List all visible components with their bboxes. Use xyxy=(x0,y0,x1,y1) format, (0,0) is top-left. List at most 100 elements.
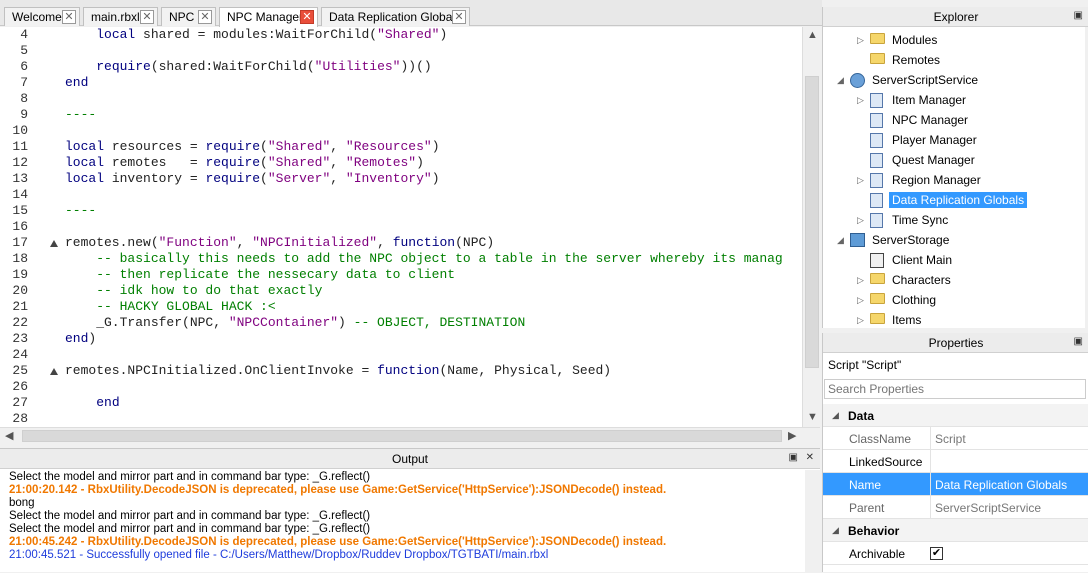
output-header: Output ▣ ✕ xyxy=(0,449,820,469)
close-icon[interactable]: ✕ xyxy=(452,10,466,24)
property-parent[interactable]: Parent ServerScriptService xyxy=(823,496,1088,519)
explorer-item[interactable]: ▷ Clothing xyxy=(849,291,1085,310)
line-number: 14 xyxy=(12,187,28,202)
explorer-item[interactable]: NPC Manager xyxy=(849,111,1085,130)
collapse-icon[interactable]: ◢ xyxy=(832,525,839,536)
line-number: 12 xyxy=(12,155,28,170)
code-line[interactable]: ---- xyxy=(65,107,96,123)
code-line[interactable]: local resources = require("Shared", "Res… xyxy=(65,139,440,155)
storage-icon xyxy=(850,233,865,247)
explorer-item[interactable]: ▷ Modules xyxy=(849,31,1085,50)
editor-tab-bar: Welcome ✕ main.rbxl ✕ NPC ✕ NPC Manager … xyxy=(0,0,822,27)
explorer-item[interactable]: ◢ ServerStorage xyxy=(829,231,1085,250)
property-key: ClassName xyxy=(849,432,912,446)
property-name[interactable]: Name Data Replication Globals xyxy=(823,473,1088,496)
code-line[interactable]: -- basically this needs to add the NPC o… xyxy=(65,251,783,267)
scroll-down-icon[interactable]: ▼ xyxy=(807,411,818,423)
tab-data-replication-globals[interactable]: Data Replication Globals ✕ xyxy=(321,7,470,26)
scroll-right-icon[interactable]: ▶ xyxy=(788,429,796,442)
close-icon[interactable]: ✕ xyxy=(300,10,314,24)
expand-icon[interactable]: ▷ xyxy=(857,35,864,46)
code-line[interactable]: require(shared:WaitForChild("Utilities")… xyxy=(65,59,431,75)
explorer-item[interactable]: ◢ ServerScriptService xyxy=(829,71,1085,90)
property-linkedsource[interactable]: LinkedSource xyxy=(823,450,1088,473)
code-line[interactable]: -- idk how to do that exactly xyxy=(65,283,322,299)
dock-icon[interactable]: ▣ xyxy=(1074,336,1083,347)
explorer-item[interactable]: ▷ Items xyxy=(849,311,1085,330)
search-properties-input[interactable] xyxy=(824,379,1086,399)
fold-toggle-icon[interactable] xyxy=(50,240,58,247)
category-behavior[interactable]: ◢ Behavior xyxy=(823,519,1088,542)
close-icon[interactable]: ✕ xyxy=(198,10,212,24)
collapse-icon[interactable]: ◢ xyxy=(837,75,844,86)
expand-icon[interactable]: ▷ xyxy=(857,215,864,226)
explorer-item-label: Data Replication Globals xyxy=(889,192,1028,208)
explorer-item[interactable]: Quest Manager xyxy=(849,151,1085,170)
dock-icon[interactable]: ▣ xyxy=(789,452,798,463)
explorer-item-label: Items xyxy=(892,313,922,327)
expand-icon[interactable]: ▷ xyxy=(857,295,864,306)
explorer-item[interactable]: Data Replication Globals xyxy=(849,191,1085,210)
code-line[interactable]: _G.Transfer(NPC, "NPCContainer") -- OBJE… xyxy=(65,315,525,331)
localscript-icon xyxy=(870,253,884,268)
expand-icon[interactable]: ▷ xyxy=(857,175,864,186)
code-line[interactable]: end xyxy=(65,75,88,91)
tab-welcome[interactable]: Welcome ✕ xyxy=(4,7,80,26)
explorer-item[interactable]: ▷ Time Sync xyxy=(849,211,1085,230)
explorer-item-label: Remotes xyxy=(892,53,941,67)
scroll-up-icon[interactable]: ▲ xyxy=(807,29,818,41)
tab-label: main.rbxl xyxy=(91,10,140,24)
close-icon[interactable]: ✕ xyxy=(62,10,76,24)
explorer-item[interactable]: ▷ Region Manager xyxy=(849,171,1085,190)
collapse-icon[interactable]: ◢ xyxy=(837,235,844,246)
code-line[interactable]: end xyxy=(65,395,119,411)
code-line[interactable]: remotes.new("Function", "NPCInitialized"… xyxy=(65,235,494,251)
fold-toggle-icon[interactable] xyxy=(50,368,58,375)
property-value[interactable] xyxy=(930,450,1080,473)
category-data[interactable]: ◢ Data xyxy=(823,404,1088,427)
code-line[interactable]: local shared = modules:WaitForChild("Sha… xyxy=(65,27,447,43)
explorer-header: Explorer ▣ xyxy=(823,7,1088,27)
scrollbar-thumb[interactable] xyxy=(805,76,819,368)
explorer-item[interactable]: Remotes xyxy=(849,51,1085,70)
explorer-item[interactable]: Player Manager xyxy=(849,131,1085,150)
close-icon[interactable]: ✕ xyxy=(806,452,814,463)
code-line[interactable]: -- HACKY GLOBAL HACK :< xyxy=(65,299,275,315)
properties-header: Properties ▣ xyxy=(823,333,1088,353)
line-number: 24 xyxy=(12,347,28,362)
property-key: Archivable xyxy=(849,547,906,561)
script-icon xyxy=(870,113,883,128)
code-line[interactable]: end) xyxy=(65,331,96,347)
close-icon[interactable]: ✕ xyxy=(140,10,154,24)
editor-horizontal-scrollbar[interactable]: ◀ ▶ xyxy=(0,427,820,444)
explorer-item[interactable]: Client Main xyxy=(849,251,1085,270)
panel-title: Properties xyxy=(928,336,984,350)
code-line[interactable]: local remotes = require("Shared", "Remot… xyxy=(65,155,424,171)
expand-icon[interactable]: ▷ xyxy=(857,315,864,326)
code-line[interactable]: -- then replicate the nessecary data to … xyxy=(65,267,455,283)
expand-icon[interactable]: ▷ xyxy=(857,275,864,286)
property-archivable[interactable]: Archivable ✔ xyxy=(823,542,1088,565)
line-number-gutter: 4 5 6 7 8 9 10 11 12 13 14 15 16 17 18 19 20 21 22 23 24 25 26… xyxy=(0,27,62,427)
scroll-left-icon[interactable]: ◀ xyxy=(5,429,13,442)
scrollbar-thumb[interactable] xyxy=(22,430,782,442)
collapse-icon[interactable]: ◢ xyxy=(832,410,839,421)
expand-icon[interactable]: ▷ xyxy=(857,95,864,106)
dock-icon[interactable]: ▣ xyxy=(1074,10,1083,21)
output-scrollbar[interactable] xyxy=(805,470,820,573)
explorer-item[interactable]: ▷ Item Manager xyxy=(849,91,1085,110)
code-line[interactable]: ---- xyxy=(65,203,96,219)
property-classname[interactable]: ClassName Script xyxy=(823,427,1088,450)
code-line[interactable]: local inventory = require("Server", "Inv… xyxy=(65,171,440,187)
code-line[interactable]: remotes.NPCInitialized.OnClientInvoke = … xyxy=(65,363,611,379)
tab-main-rbxl[interactable]: main.rbxl ✕ xyxy=(83,7,158,26)
panel-title: Explorer xyxy=(933,10,979,24)
explorer-item-label: Characters xyxy=(892,273,951,287)
tab-npc[interactable]: NPC ✕ xyxy=(161,7,216,26)
archivable-checkbox[interactable]: ✔ xyxy=(930,547,943,560)
code-editor[interactable]: 4 5 6 7 8 9 10 11 12 13 14 15 16 17 18 19 20 21 22 23 24 25 26… xyxy=(0,27,820,427)
explorer-item[interactable]: ▷ Characters xyxy=(849,271,1085,290)
editor-vertical-scrollbar[interactable]: ▲ ▼ xyxy=(802,27,820,427)
property-value[interactable]: Data Replication Globals xyxy=(930,473,1080,496)
tab-npc-manager[interactable]: NPC Manager ✕ xyxy=(219,7,318,27)
